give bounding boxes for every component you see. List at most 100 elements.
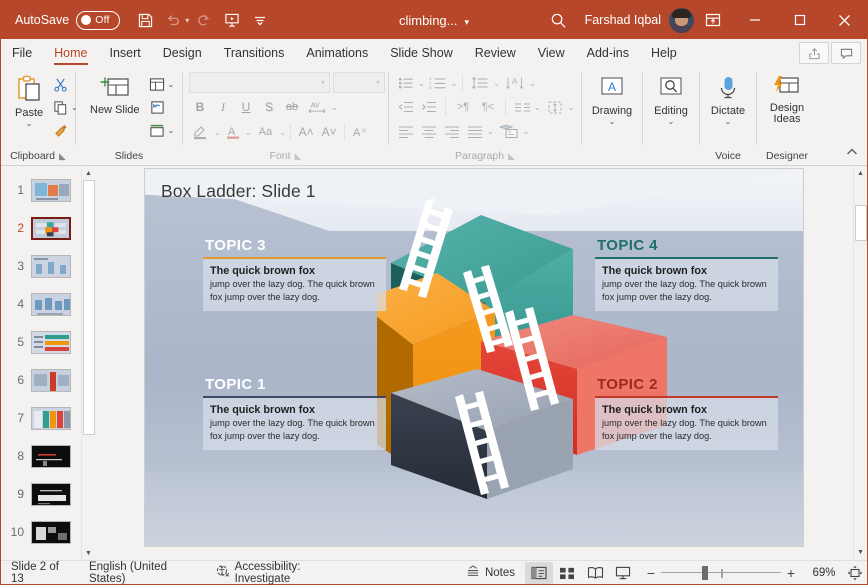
align-text-icon[interactable] [543, 96, 567, 118]
tab-review[interactable]: Review [464, 39, 527, 67]
reset-icon[interactable] [146, 96, 168, 118]
section-caret-icon[interactable]: ⌄ [168, 126, 175, 135]
text-highlight-icon[interactable] [189, 121, 213, 143]
thumbnail-scroll-track[interactable] [82, 180, 96, 546]
scroll-up-arrow-icon[interactable]: ▲ [82, 166, 96, 180]
normal-view-button[interactable] [525, 562, 553, 584]
italic-button[interactable]: I [212, 96, 234, 118]
zoom-out-button[interactable]: − [641, 563, 661, 583]
clear-formatting-icon[interactable]: A [349, 121, 371, 143]
thumbnail-slide-8[interactable]: 8 [1, 437, 81, 475]
search-icon[interactable] [539, 1, 579, 39]
bullets-icon[interactable] [395, 72, 417, 94]
undo-dropdown-caret-icon[interactable]: ▾ [185, 16, 189, 25]
tab-file[interactable]: File [1, 39, 43, 67]
design-ideas-button[interactable]: Design Ideas [761, 72, 813, 125]
increase-indent-icon[interactable] [418, 96, 440, 118]
align-center-icon[interactable] [418, 120, 440, 142]
clipboard-dialog-launcher[interactable]: ◣ [59, 151, 66, 162]
font-size-input[interactable]: ▾ [333, 72, 385, 93]
tab-slide-show[interactable]: Slide Show [379, 39, 464, 67]
topic-callout-2[interactable]: TOPIC 2 The quick brown fox jump over th… [595, 376, 778, 450]
zoom-slider[interactable]: − + [641, 563, 801, 583]
thumbnail-image[interactable] [31, 331, 71, 354]
tab-transitions[interactable]: Transitions [213, 39, 296, 67]
editing-button[interactable]: Editing ⌄ [648, 72, 694, 126]
document-title-caret-icon[interactable]: ▾ [465, 17, 470, 27]
change-case-icon[interactable]: Aa [252, 121, 278, 143]
copy-icon[interactable] [49, 96, 71, 118]
columns-caret-icon[interactable]: ⌄ [534, 103, 541, 112]
numbering-caret-icon[interactable]: ⌄ [451, 79, 458, 88]
decrease-indent-icon[interactable] [395, 96, 417, 118]
cut-icon[interactable] [49, 73, 71, 95]
collapse-ribbon-button[interactable] [841, 141, 863, 163]
numbering-icon[interactable]: 123 [426, 72, 450, 94]
start-presentation-icon[interactable] [219, 7, 245, 33]
reading-view-button[interactable] [581, 562, 609, 584]
thumbnail-image[interactable] [31, 483, 71, 506]
ltr-direction-button[interactable]: >¶ [451, 96, 475, 118]
tab-insert[interactable]: Insert [99, 39, 152, 67]
justify-caret-icon[interactable]: ⌄ [487, 127, 494, 136]
zoom-track[interactable] [661, 563, 781, 583]
align-right-icon[interactable] [441, 120, 463, 142]
scroll-down-arrow-icon[interactable]: ▼ [82, 546, 96, 560]
scroll-down-arrow-icon[interactable]: ▼ [854, 545, 868, 560]
account-name[interactable]: Farshad Iqbal [585, 13, 661, 27]
slide-counter[interactable]: Slide 2 of 13 [1, 561, 79, 584]
scroll-up-arrow-icon[interactable]: ▲ [854, 166, 868, 181]
thumbnail-slide-3[interactable]: 3 [1, 247, 81, 285]
thumbnail-image[interactable] [31, 293, 71, 316]
layout-icon[interactable] [146, 73, 168, 95]
increase-font-size-button[interactable]: A˄ [295, 121, 317, 143]
zoom-percentage[interactable]: 69% [805, 567, 843, 579]
zoom-in-button[interactable]: + [781, 563, 801, 583]
document-title[interactable]: climbing... [399, 13, 458, 28]
customize-qat-icon[interactable] [247, 7, 273, 33]
tab-animations[interactable]: Animations [295, 39, 379, 67]
thumbnail-image[interactable] [31, 217, 71, 240]
autosave-control[interactable]: AutoSave Off [15, 11, 120, 30]
strikethrough-button[interactable]: ab [281, 96, 303, 118]
fit-slide-icon[interactable] [843, 562, 867, 584]
tab-view[interactable]: View [527, 39, 576, 67]
thumbnail-image[interactable] [31, 179, 71, 202]
topic-3-body[interactable]: The quick brown fox jump over the lazy d… [203, 257, 386, 311]
ribbon-display-options-icon[interactable] [694, 1, 732, 39]
section-icon[interactable] [146, 119, 168, 141]
paste-button[interactable]: Paste ⌄ [9, 72, 49, 128]
accessibility-checker[interactable]: Accessibility: Investigate [206, 561, 356, 584]
font-color-caret-icon[interactable]: ⌄ [245, 128, 252, 137]
thumbnail-image[interactable] [31, 445, 71, 468]
tab-home[interactable]: Home [43, 39, 98, 67]
close-button[interactable] [822, 1, 867, 39]
line-spacing-caret-icon[interactable]: ⌄ [493, 79, 500, 88]
slide-editing-area[interactable]: Box Ladder: Slide 1 [95, 166, 853, 560]
tab-help[interactable]: Help [640, 39, 688, 67]
language-indicator[interactable]: English (United States) [79, 561, 206, 584]
comments-icon[interactable] [831, 42, 861, 64]
thumbnail-scrollbar[interactable]: ▲ ▼ [81, 166, 95, 560]
bold-button[interactable]: B [189, 96, 211, 118]
drawing-button[interactable]: A Drawing ⌄ [586, 72, 638, 126]
font-color-icon[interactable]: A [222, 121, 244, 143]
bullets-caret-icon[interactable]: ⌄ [418, 79, 425, 88]
justify-icon[interactable] [464, 120, 486, 142]
redo-icon[interactable] [191, 7, 217, 33]
drawing-caret-icon[interactable]: ⌄ [609, 117, 616, 126]
topic-2-body[interactable]: The quick brown fox jump over the lazy d… [595, 396, 778, 450]
thumbnail-image[interactable] [31, 521, 71, 544]
slide-canvas[interactable]: Box Ladder: Slide 1 [144, 168, 804, 547]
smartart-caret-icon[interactable]: ⌄ [523, 127, 530, 136]
share-icon[interactable] [799, 42, 829, 64]
character-spacing-caret-icon[interactable]: ⌄ [331, 103, 338, 112]
decrease-font-size-button[interactable]: A˅ [318, 121, 340, 143]
topic-4-body[interactable]: The quick brown fox jump over the lazy d… [595, 257, 778, 311]
align-left-icon[interactable] [395, 120, 417, 142]
slide-show-button[interactable] [609, 562, 637, 584]
thumbnail-slide-5[interactable]: 5 [1, 323, 81, 361]
thumbnail-slide-1[interactable]: 1 [1, 171, 81, 209]
font-dialog-launcher[interactable]: ◣ [295, 151, 302, 162]
align-text-caret-icon[interactable]: ⌄ [568, 103, 575, 112]
